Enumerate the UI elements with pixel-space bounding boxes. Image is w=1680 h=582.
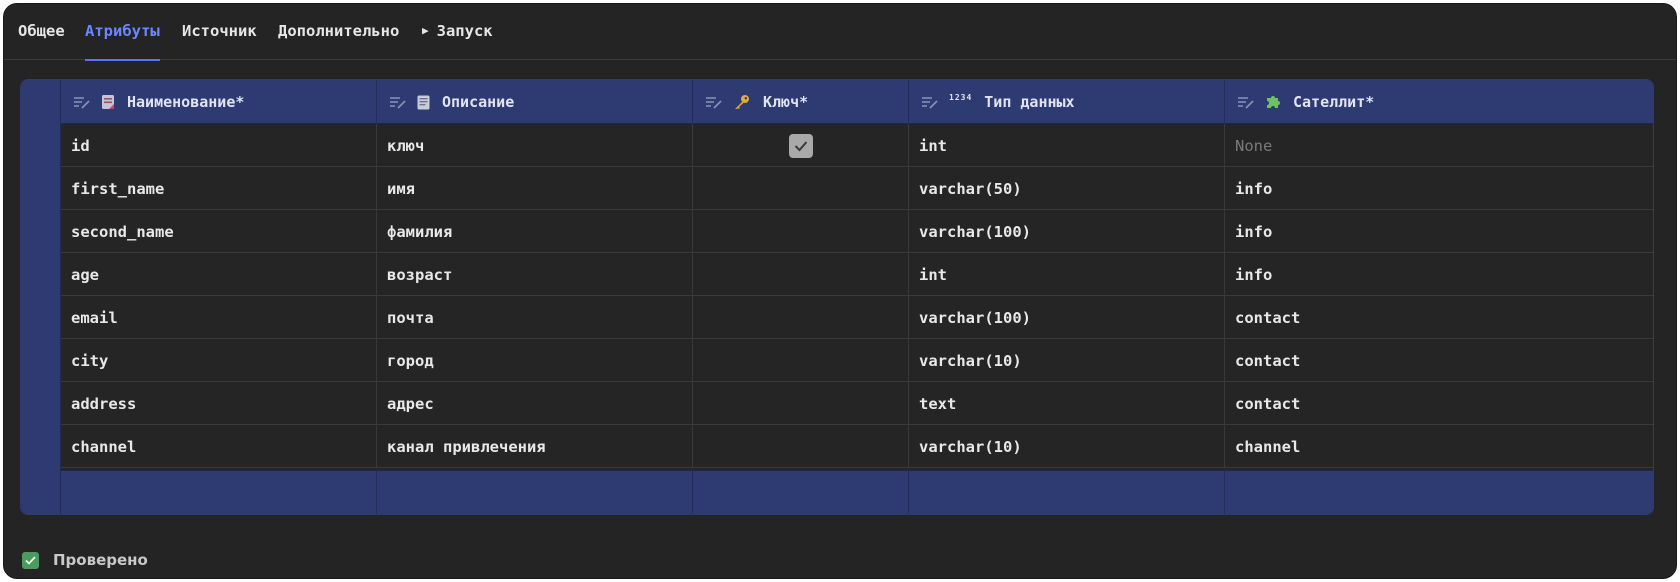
cell-description[interactable]: адрес <box>377 382 693 425</box>
cell-description[interactable]: канал привлечения <box>377 425 693 468</box>
new-row-cell[interactable] <box>693 471 909 514</box>
cell-satellite[interactable]: info <box>1225 210 1545 253</box>
column-header-satellite[interactable]: Сателлит* <box>1225 80 1545 124</box>
note-icon <box>417 95 430 110</box>
key-icon <box>733 94 751 110</box>
cell-description[interactable]: имя <box>377 167 693 210</box>
new-row-cell[interactable] <box>377 471 693 514</box>
cell-key[interactable] <box>693 296 909 339</box>
column-header-label: Сателлит* <box>1293 93 1375 111</box>
cell-satellite[interactable]: None <box>1225 124 1545 167</box>
cell-type[interactable]: varchar(10) <box>909 339 1225 382</box>
table-row[interactable]: first_name имя varchar(50) info <box>61 167 1653 210</box>
column-header-name[interactable]: Наименование* <box>61 80 377 124</box>
cell-satellite[interactable]: channel <box>1225 425 1545 468</box>
cell-satellite[interactable]: contact <box>1225 296 1545 339</box>
column-header-description[interactable]: Описание <box>377 80 693 124</box>
cell-key[interactable] <box>693 167 909 210</box>
column-header-label: Тип данных <box>984 93 1075 111</box>
cell-key[interactable] <box>693 425 909 468</box>
cell-type[interactable]: text <box>909 382 1225 425</box>
column-header-label: Описание <box>442 93 515 111</box>
edit-column-icon[interactable] <box>73 95 91 109</box>
cell-type[interactable]: varchar(100) <box>909 210 1225 253</box>
edit-column-icon[interactable] <box>1237 95 1255 109</box>
column-header-type[interactable]: 1234 Тип данных <box>909 80 1225 124</box>
check-icon <box>22 551 39 569</box>
tab-label: Источник <box>182 22 257 40</box>
cell-key[interactable] <box>693 253 909 296</box>
cell-name[interactable]: id <box>61 124 377 167</box>
cell-name[interactable]: channel <box>61 425 377 468</box>
tab-bar: Общее Атрибуты Источник Дополнительно ▶ З… <box>4 4 1676 61</box>
tab-source[interactable]: Источник <box>182 22 257 60</box>
table-row[interactable]: city город varchar(10) contact <box>61 339 1653 382</box>
cell-description[interactable]: ключ <box>377 124 693 167</box>
cell-name[interactable]: second_name <box>61 210 377 253</box>
column-header-label: Наименование* <box>127 93 245 111</box>
table-row[interactable]: second_name фамилия varchar(100) info <box>61 210 1653 253</box>
table-row[interactable]: address адрес text contact <box>61 382 1653 425</box>
tab-general[interactable]: Общее <box>18 22 65 60</box>
cell-satellite[interactable]: info <box>1225 253 1545 296</box>
cell-name[interactable]: address <box>61 382 377 425</box>
cell-name[interactable]: age <box>61 253 377 296</box>
cell-description[interactable]: возраст <box>377 253 693 296</box>
tab-label: Дополнительно <box>278 22 400 40</box>
table-row[interactable]: channel канал привлечения varchar(10) ch… <box>61 425 1653 468</box>
numbers-icon: 1234 <box>949 92 973 102</box>
play-icon: ▶ <box>422 24 429 37</box>
new-row-cell[interactable] <box>1225 471 1545 514</box>
cell-name[interactable]: city <box>61 339 377 382</box>
tab-advanced[interactable]: Дополнительно <box>278 22 399 60</box>
cell-description[interactable]: фамилия <box>377 210 693 253</box>
app-window: Общее Атрибуты Источник Дополнительно ▶ З… <box>3 3 1677 579</box>
cell-type[interactable]: varchar(100) <box>909 296 1225 339</box>
row-header-column <box>21 80 61 514</box>
attributes-grid: Наименование* Описание Ключ* 1234 Тип да… <box>20 79 1654 515</box>
cell-type[interactable]: int <box>909 124 1225 167</box>
puzzle-icon <box>1265 94 1281 110</box>
cell-satellite[interactable]: contact <box>1225 382 1545 425</box>
new-row-cell[interactable] <box>61 471 377 514</box>
column-header-key[interactable]: Ключ* <box>693 80 909 124</box>
cell-satellite[interactable]: contact <box>1225 339 1545 382</box>
key-checkbox[interactable] <box>788 133 813 158</box>
cell-satellite[interactable]: info <box>1225 167 1545 210</box>
status-label: Проверено <box>53 551 148 569</box>
cell-type[interactable]: int <box>909 253 1225 296</box>
table-row[interactable]: id ключ int None <box>61 124 1653 167</box>
tab-run[interactable]: ▶ Запуск <box>422 22 493 60</box>
tab-attributes[interactable]: Атрибуты <box>85 22 160 61</box>
tab-label: Атрибуты <box>85 22 160 40</box>
cell-name[interactable]: first_name <box>61 167 377 210</box>
table-row[interactable]: age возраст int info <box>61 253 1653 296</box>
document-icon <box>101 94 115 110</box>
cell-key[interactable] <box>693 382 909 425</box>
tab-label: Общее <box>18 22 65 40</box>
cell-key[interactable] <box>693 339 909 382</box>
checkmark-icon <box>794 140 807 151</box>
new-row-cell[interactable] <box>909 471 1225 514</box>
grid-header: Наименование* Описание Ключ* 1234 Тип да… <box>61 80 1653 124</box>
cell-description[interactable]: город <box>377 339 693 382</box>
column-header-label: Ключ* <box>763 93 809 111</box>
cell-name[interactable]: email <box>61 296 377 339</box>
edit-column-icon[interactable] <box>921 95 939 109</box>
cell-key[interactable] <box>693 210 909 253</box>
validation-status: Проверено <box>22 551 148 569</box>
cell-description[interactable]: почта <box>377 296 693 339</box>
edit-column-icon[interactable] <box>389 95 407 109</box>
new-row[interactable] <box>61 470 1653 514</box>
cell-type[interactable]: varchar(50) <box>909 167 1225 210</box>
cell-type[interactable]: varchar(10) <box>909 425 1225 468</box>
tab-label: Запуск <box>436 22 493 40</box>
edit-column-icon[interactable] <box>705 95 723 109</box>
table-row[interactable]: email почта varchar(100) contact <box>61 296 1653 339</box>
cell-key[interactable] <box>693 124 909 167</box>
